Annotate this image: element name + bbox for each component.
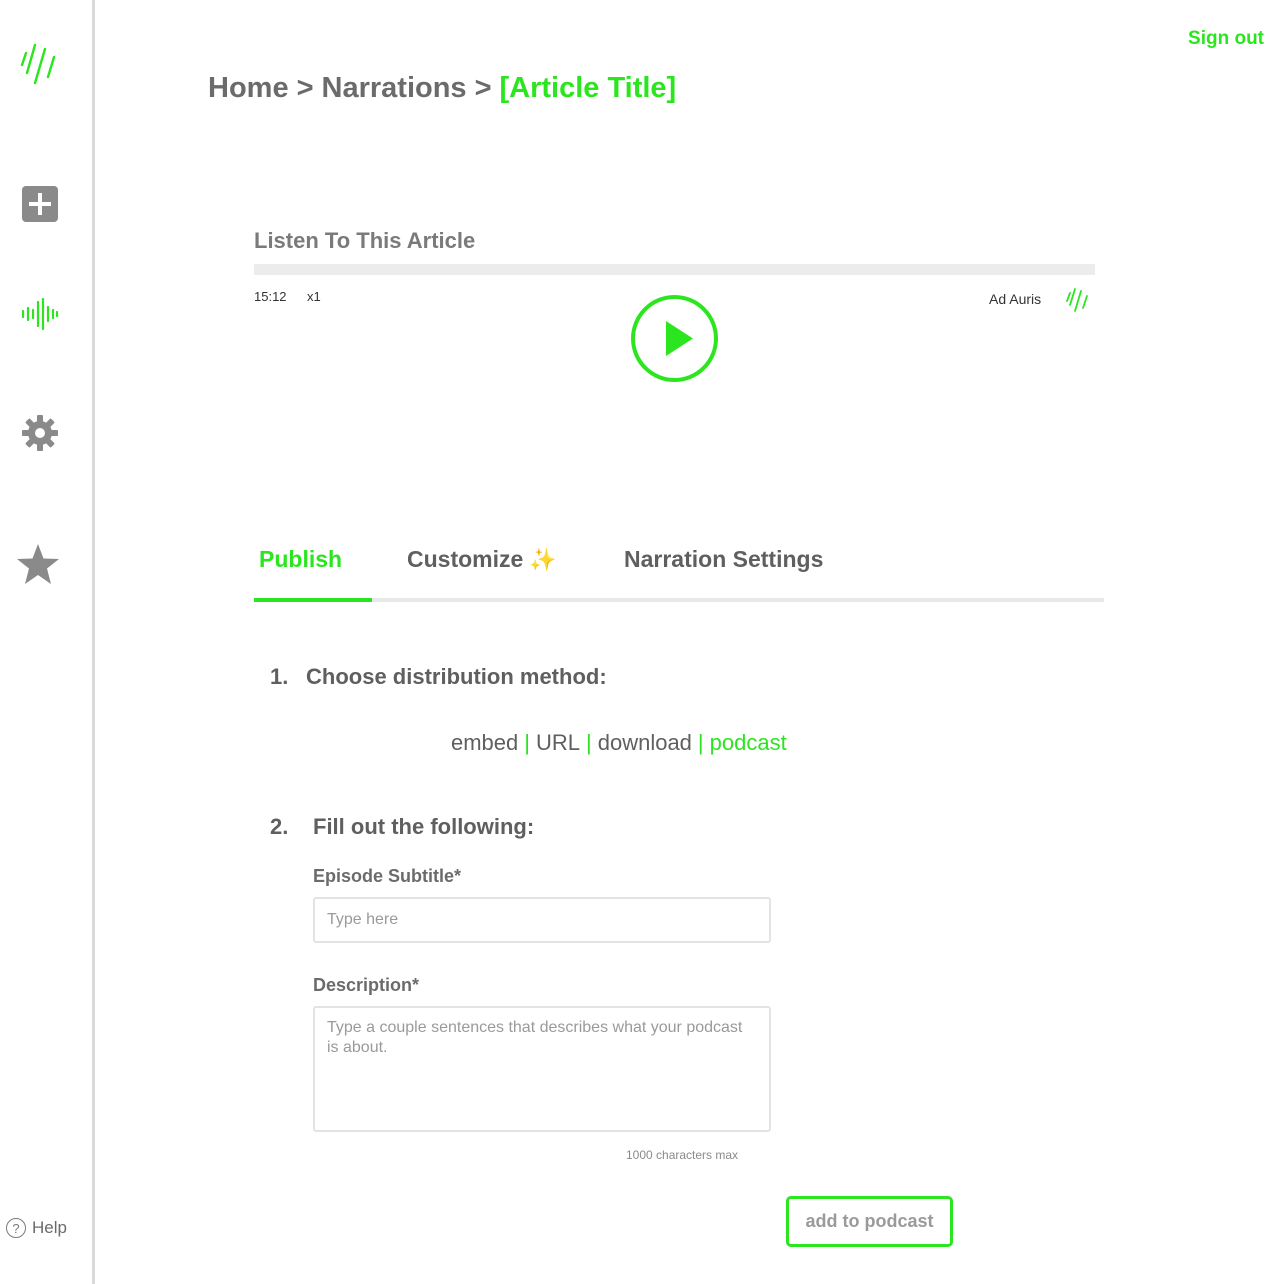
step-1-title: Choose distribution method: bbox=[306, 664, 607, 689]
option-embed[interactable]: embed bbox=[451, 730, 518, 755]
help-label: Help bbox=[32, 1218, 67, 1237]
tab-publish[interactable]: Publish bbox=[259, 546, 342, 573]
option-separator: | bbox=[586, 730, 592, 755]
gear-icon[interactable] bbox=[21, 414, 59, 452]
option-separator: | bbox=[524, 730, 530, 755]
play-button[interactable] bbox=[631, 295, 718, 382]
playback-speed[interactable]: x1 bbox=[307, 289, 321, 304]
step-2-title: Fill out the following: bbox=[313, 814, 535, 839]
help-link[interactable]: ? Help bbox=[6, 1218, 67, 1238]
add-icon[interactable] bbox=[22, 186, 58, 222]
brand-logo-icon bbox=[1066, 288, 1088, 312]
breadcrumb-separator: > bbox=[474, 72, 492, 104]
option-podcast[interactable]: podcast bbox=[710, 730, 787, 755]
breadcrumb-current: [Article Title] bbox=[499, 72, 677, 104]
option-separator: | bbox=[697, 730, 704, 755]
breadcrumb-narrations[interactable]: Narrations bbox=[322, 72, 467, 104]
sidebar: ? Help bbox=[0, 0, 95, 1284]
breadcrumb-home[interactable]: Home bbox=[208, 72, 289, 104]
brand-name: Ad Auris bbox=[989, 291, 1042, 307]
help-icon: ? bbox=[6, 1218, 26, 1238]
star-icon[interactable] bbox=[16, 543, 60, 585]
step-1-heading: 1. Choose distribution method: bbox=[270, 664, 607, 690]
description-label: Description* bbox=[313, 975, 420, 995]
sign-out-link[interactable]: Sign out bbox=[1188, 28, 1264, 50]
active-tab-indicator bbox=[254, 598, 372, 602]
tab-narration-settings[interactable]: Narration Settings bbox=[624, 546, 823, 573]
sparkle-icon: ✨ bbox=[529, 547, 557, 572]
progress-bar[interactable] bbox=[254, 264, 1095, 275]
char-limit-hint: 1000 characters max bbox=[626, 1148, 739, 1162]
waveform-icon[interactable] bbox=[21, 298, 59, 330]
description-textarea[interactable] bbox=[313, 1006, 771, 1132]
step-1-number: 1. bbox=[270, 664, 289, 689]
episode-subtitle-input[interactable] bbox=[313, 897, 771, 943]
tab-customize-label: Customize bbox=[407, 546, 524, 572]
distribution-options: embed | URL | download | podcast bbox=[451, 730, 787, 756]
add-to-podcast-button[interactable]: add to podcast bbox=[786, 1196, 953, 1247]
step-2-number: 2. bbox=[270, 814, 289, 839]
option-url[interactable]: URL bbox=[536, 730, 580, 755]
tab-bar: Publish Customize ✨ Narration Settings bbox=[254, 540, 1104, 602]
breadcrumb: Home > Narrations > [Article Title] bbox=[208, 72, 676, 105]
play-icon bbox=[666, 321, 693, 356]
step-2-heading: 2. Fill out the following: bbox=[270, 814, 534, 840]
episode-subtitle-label: Episode Subtitle* bbox=[313, 866, 462, 886]
tab-customize[interactable]: Customize ✨ bbox=[407, 546, 557, 573]
option-download[interactable]: download bbox=[598, 730, 692, 755]
logo-icon[interactable] bbox=[20, 43, 60, 87]
breadcrumb-separator: > bbox=[296, 72, 314, 104]
time-display: 15:12 bbox=[254, 289, 287, 304]
player-title: Listen To This Article bbox=[254, 228, 476, 253]
